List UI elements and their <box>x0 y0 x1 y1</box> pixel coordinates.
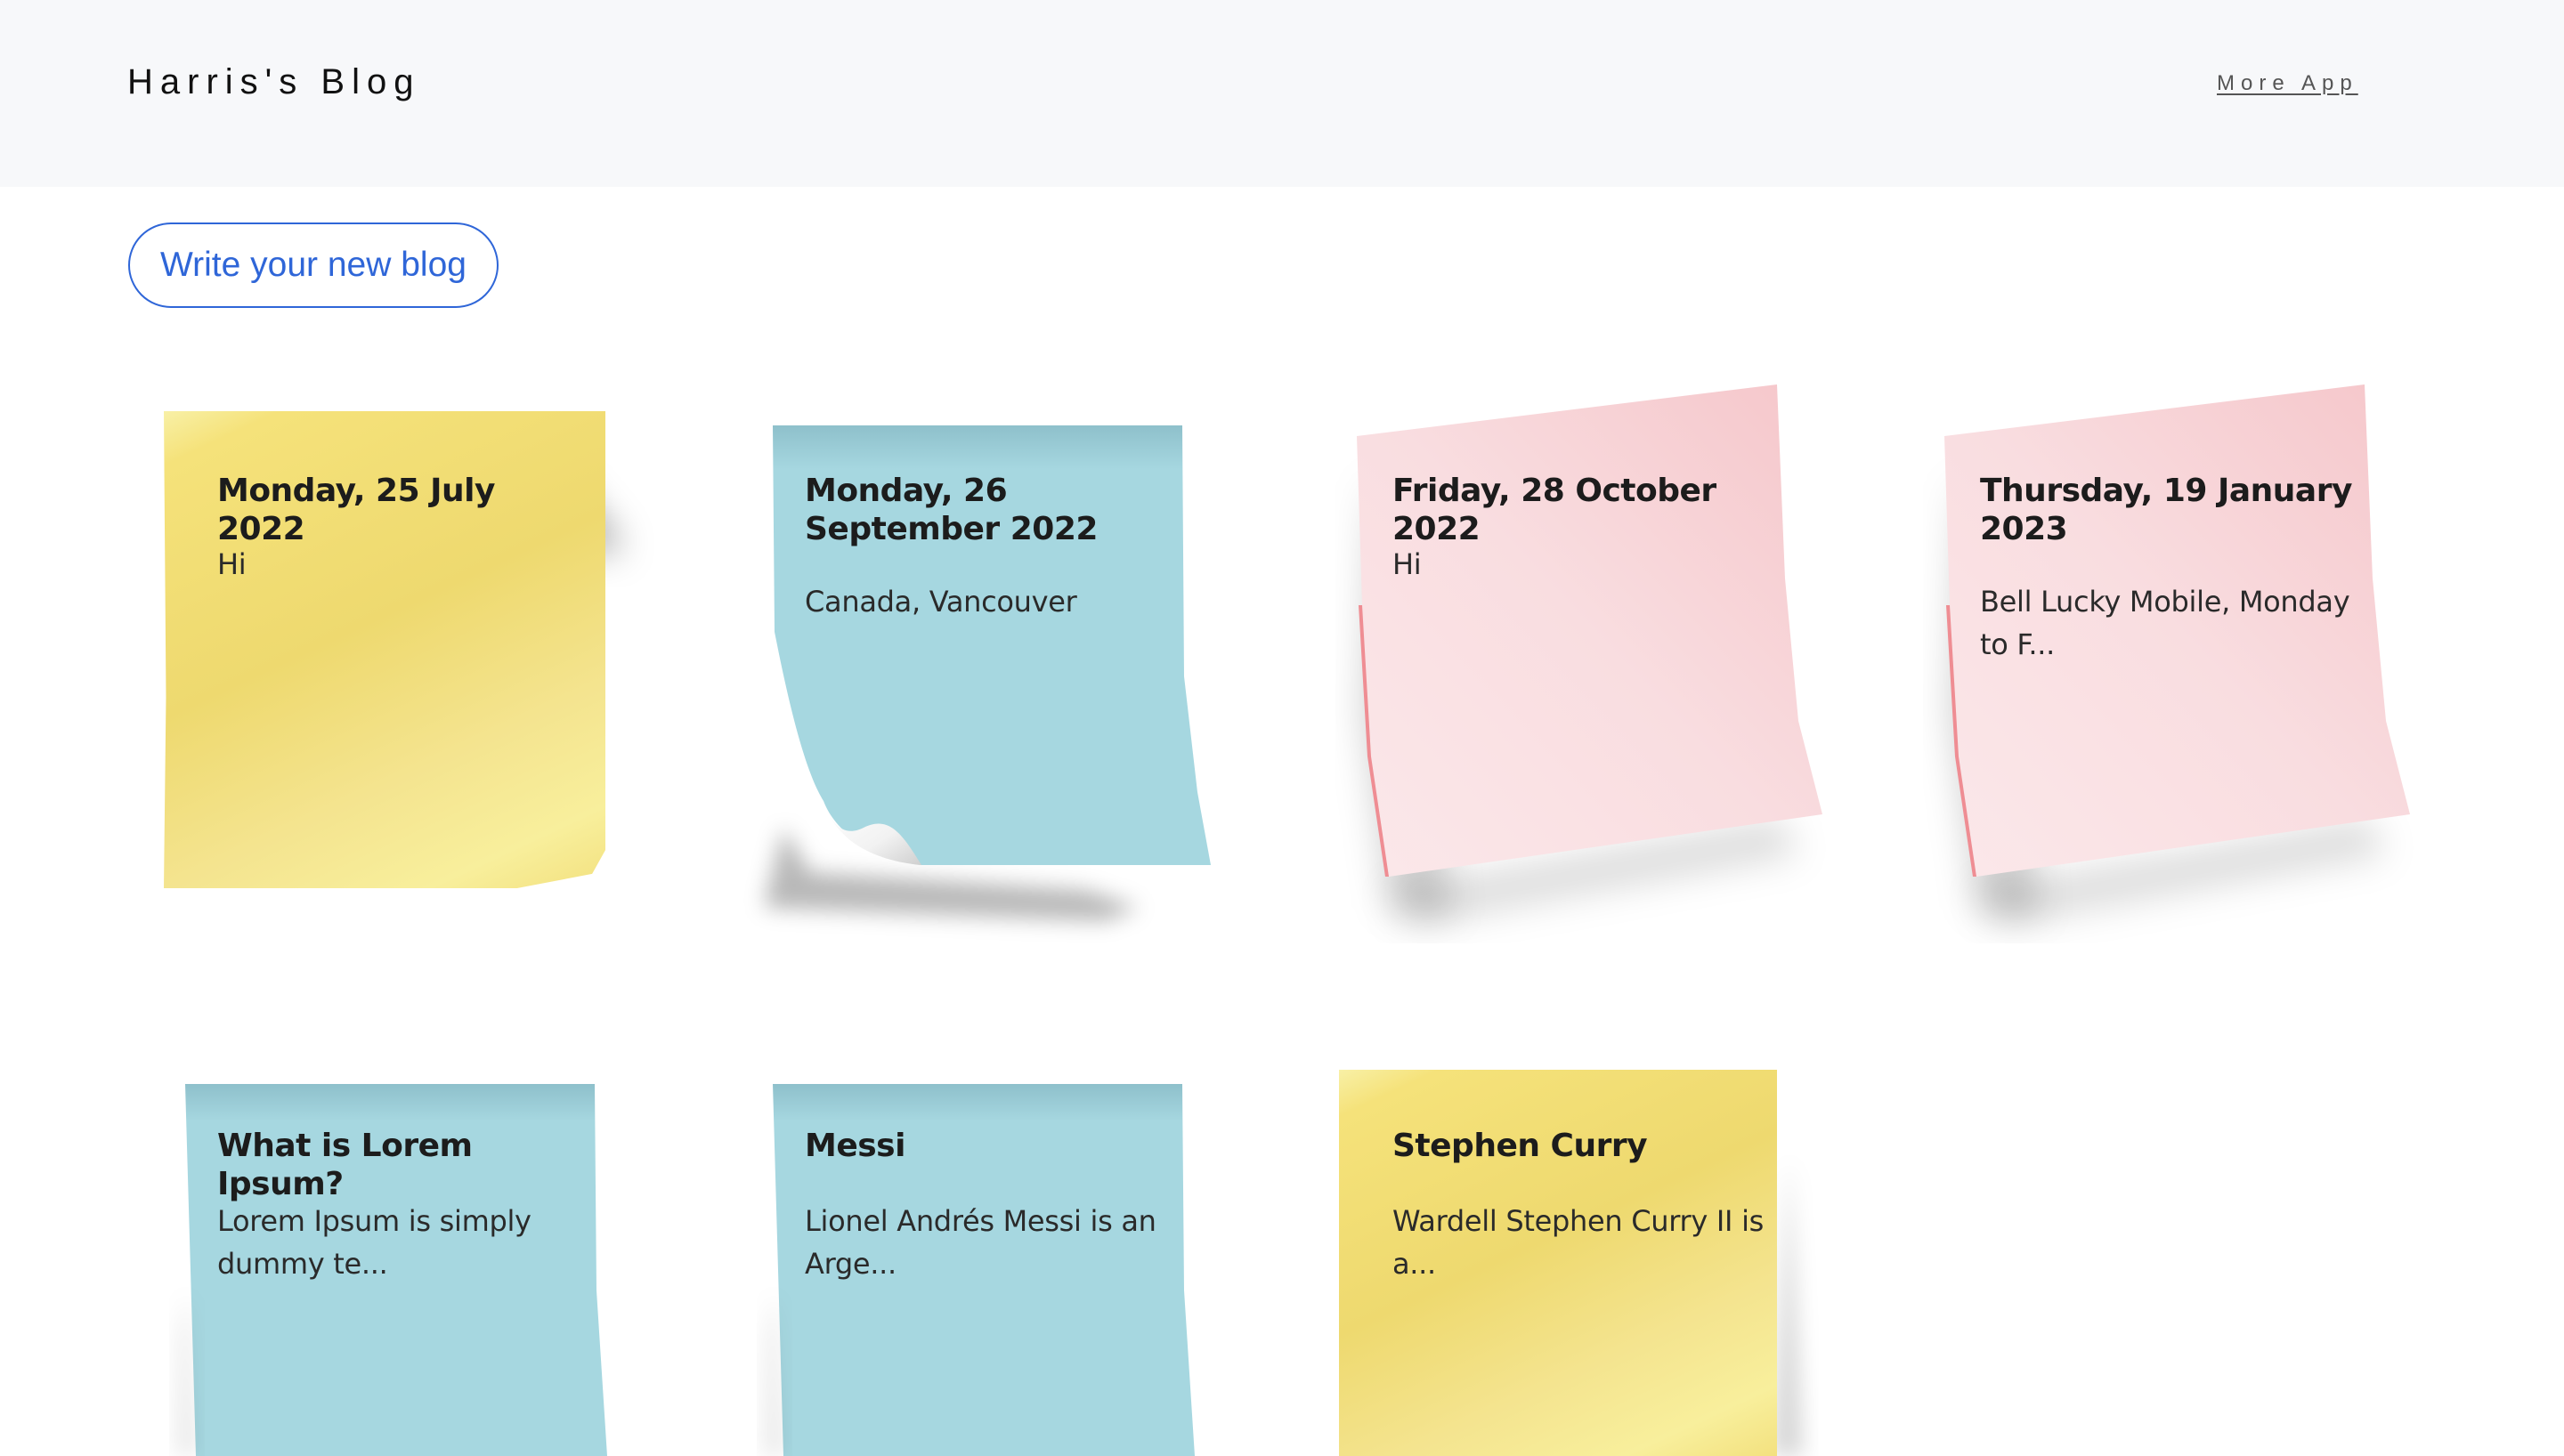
note-title: Monday, 25 July 2022 <box>217 473 495 547</box>
blog-note-card[interactable]: Thursday, 19 January 2023 Bell Lucky Mob… <box>1923 374 2457 943</box>
note-excerpt: Lionel Andrés Messi is an Arge... <box>805 1204 1156 1281</box>
note-title: What is Lorem Ipsum? <box>217 1128 473 1202</box>
top-navbar: Harris's Blog More App <box>0 0 2564 187</box>
blog-note-card[interactable]: Monday, 25 July 2022 Hi <box>134 392 668 961</box>
write-new-blog-button[interactable]: Write your new blog <box>128 222 499 308</box>
blog-note-card[interactable]: Friday, 28 October 2022 Hi <box>1335 374 1870 943</box>
note-excerpt: Canada, Vancouver <box>805 585 1077 619</box>
blog-title[interactable]: Harris's Blog <box>127 62 420 102</box>
more-app-link[interactable]: More App <box>2217 71 2358 96</box>
blog-note-card[interactable]: Stephen Curry Wardell Stephen Curry II i… <box>1318 1050 1852 1456</box>
note-title: Thursday, 19 January 2023 <box>1980 473 2352 547</box>
note-title: Friday, 28 October 2022 <box>1392 473 1716 547</box>
note-title: Stephen Curry <box>1392 1128 1648 1164</box>
note-title: Monday, 26 September 2022 <box>805 473 1098 547</box>
note-excerpt: Wardell Stephen Curry II is a... <box>1392 1204 1765 1281</box>
note-shadow <box>1357 384 1822 926</box>
note-title: Messi <box>805 1128 905 1164</box>
blog-note-card[interactable]: What is Lorem Ipsum? Lorem Ipsum is simp… <box>169 1068 632 1456</box>
note-excerpt: Bell Lucky Mobile, Monday to F... <box>1980 585 2350 661</box>
blog-note-card[interactable]: Messi Lionel Andrés Messi is an Arge... <box>757 1068 1220 1456</box>
note-excerpt: Hi <box>1392 547 1422 581</box>
note-excerpt: Lorem Ipsum is simply dummy te... <box>217 1204 531 1281</box>
note-excerpt: Hi <box>217 547 247 581</box>
blog-note-card[interactable]: Monday, 26 September 2022 Canada, Vancou… <box>748 409 1229 926</box>
